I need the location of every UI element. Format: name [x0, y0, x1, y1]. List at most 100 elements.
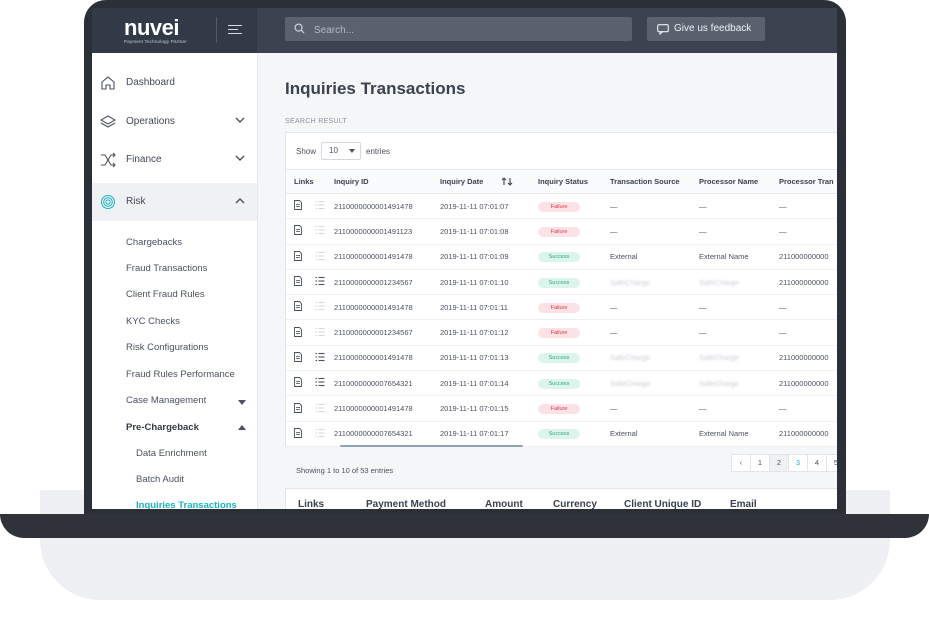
inquiry-id-cell[interactable]: 2110000000001491478 [334, 395, 440, 422]
sidebar-sub-pre-chargeback[interactable]: Pre-Chargeback [126, 422, 199, 433]
document-icon[interactable] [294, 427, 302, 440]
status-badge: Success [538, 277, 580, 288]
processor-tran-cell: 211000000000 [779, 345, 837, 372]
sidebar-sub-batch-audit[interactable]: Batch Audit [136, 474, 184, 485]
col-header-processor-tran[interactable]: Processor Tran [779, 169, 837, 194]
document-icon[interactable] [294, 326, 302, 339]
list-icon[interactable] [315, 276, 325, 288]
col-header-inquiry-id[interactable]: Inquiry ID [334, 169, 440, 194]
sidebar-sub-case-management[interactable]: Case Management [126, 395, 206, 406]
list-icon [315, 403, 325, 415]
table-row[interactable]: 2110000000001234567 2019-11-11 07:01:12 Fa… [286, 319, 837, 346]
sidebar-sub-fraud-transactions[interactable]: Fraud Transactions [126, 263, 207, 274]
col-header-payment-method[interactable]: Payment Method [366, 499, 446, 509]
second-table-header: Links Payment Method Amount Currency Cli… [285, 488, 837, 509]
sidebar-sub-fraud-rules-performance[interactable]: Fraud Rules Performance [126, 369, 235, 380]
document-icon[interactable] [294, 351, 302, 364]
inquiry-id-cell[interactable]: 2110000000001491478 [334, 294, 440, 321]
chevron-up-icon [235, 198, 245, 204]
document-icon[interactable] [294, 377, 302, 389]
inquiry-id-cell[interactable]: 2110000000007654321 [334, 421, 440, 447]
laptop-base [0, 514, 929, 538]
horizontal-scrollbar[interactable] [340, 445, 523, 447]
table-row[interactable]: 2110000000001491478 2019-11-11 07:01:13 Su… [286, 345, 837, 372]
pagination-page-1[interactable]: 1 [751, 454, 770, 472]
sort-icon[interactable] [501, 177, 513, 187]
table-row[interactable]: 2110000000001491123 2019-11-11 07:01:08 Fa… [286, 218, 837, 245]
document-icon[interactable] [294, 276, 302, 288]
caret-down-icon[interactable] [238, 400, 246, 405]
pagination-page-3[interactable]: 3 [789, 454, 808, 472]
links-cell [286, 395, 334, 422]
page-size-select[interactable]: 10 [321, 142, 361, 160]
col-header-inquiry-status[interactable]: Inquiry Status [538, 169, 610, 194]
document-icon[interactable] [294, 225, 302, 237]
sidebar-sub-chargebacks[interactable]: Chargebacks [126, 237, 182, 248]
sidebar-sub-kyc-checks[interactable]: KYC Checks [126, 316, 180, 327]
table-row[interactable]: 2110000000001491478 2019-11-11 07:01:15 Fa… [286, 395, 837, 422]
chevron-down-icon [235, 117, 245, 123]
sidebar-item-dashboard[interactable]: Dashboard [92, 64, 257, 102]
divider [216, 17, 217, 43]
pagination-page-4[interactable]: 4 [808, 454, 827, 472]
feedback-button[interactable]: Give us feedback [647, 17, 765, 41]
document-icon[interactable] [294, 200, 302, 212]
chevron-down-icon [235, 155, 245, 161]
list-icon [315, 200, 325, 212]
links-cell [286, 345, 334, 372]
sidebar-item-operations[interactable]: Operations [92, 103, 257, 141]
inquiry-date-cell: 2019-11-11 07:01:08 [440, 218, 538, 245]
menu-toggle-icon[interactable] [228, 22, 242, 36]
table-row[interactable]: 2110000000007654321 2019-11-11 07:01:17 Su… [286, 421, 837, 447]
pagination-prev[interactable]: ‹ [731, 454, 751, 472]
inquiry-id-cell[interactable]: 2110000000007654321 [334, 370, 440, 397]
inquiry-id-cell[interactable]: 2110000000001491478 [334, 193, 440, 220]
col-header-inquiry-date[interactable]: Inquiry Date [440, 169, 538, 194]
search-box[interactable] [285, 17, 632, 41]
col-header-email[interactable]: Email [730, 499, 757, 509]
list-icon[interactable] [315, 352, 325, 364]
nuvei-logo[interactable]: nuvei [124, 15, 179, 41]
table-row[interactable]: 2110000000001234567 2019-11-11 07:01:10 Su… [286, 269, 837, 296]
col-header-amount[interactable]: Amount [485, 499, 523, 509]
inquiry-id-cell[interactable]: 2110000000001491478 [334, 345, 440, 372]
sidebar-sub-inquiries-transactions[interactable]: Inquiries Transactions [136, 500, 237, 509]
document-icon[interactable] [294, 402, 302, 415]
table-row[interactable]: 2110000000007654321 2019-11-11 07:01:14 Su… [286, 370, 837, 397]
col-header-transaction-source[interactable]: Transaction Source [610, 169, 699, 194]
col-header-client-unique-id[interactable]: Client Unique ID [624, 499, 701, 509]
document-icon[interactable] [294, 301, 302, 313]
inquiry-id-cell[interactable]: 2110000000001234567 [334, 269, 440, 296]
table-row[interactable]: 2110000000001491478 2019-11-11 07:01:11 Fa… [286, 294, 837, 321]
status-badge: Failure [538, 201, 580, 212]
table-row[interactable]: 2110000000001491478 2019-11-11 07:01:09 Su… [286, 244, 837, 270]
list-icon[interactable] [315, 377, 325, 389]
col-header-currency[interactable]: Currency [553, 499, 597, 509]
sidebar-sub-client-fraud-rules[interactable]: Client Fraud Rules [126, 289, 205, 300]
col-header-links: Links [286, 169, 334, 194]
inquiry-status-cell: Failure [538, 193, 610, 220]
transaction-source-cell: — [610, 218, 699, 245]
links-cell [286, 370, 334, 397]
sidebar-item-risk[interactable]: Risk [92, 183, 257, 221]
links-cell [286, 244, 334, 270]
inquiry-id-cell[interactable]: 2110000000001491123 [334, 218, 440, 245]
sidebar-sub-data-enrichment[interactable]: Data Enrichment [136, 448, 207, 459]
inquiry-id-cell[interactable]: 2110000000001234567 [334, 319, 440, 346]
chat-icon [657, 24, 669, 35]
search-input[interactable] [312, 20, 616, 40]
sidebar-sub-risk-configurations[interactable]: Risk Configurations [126, 342, 208, 353]
pagination-page-2[interactable]: 2 [770, 454, 789, 472]
fingerprint-icon [101, 195, 115, 209]
inquiry-id-cell[interactable]: 2110000000001491478 [334, 244, 440, 270]
sidebar-item-finance[interactable]: Finance [92, 141, 257, 179]
inquiry-date-cell: 2019-11-11 07:01:10 [440, 269, 538, 296]
pagination-page-5[interactable]: 5 [827, 454, 837, 472]
document-icon[interactable] [294, 250, 302, 263]
inquiry-status-cell: Failure [538, 395, 610, 422]
caret-up-icon[interactable] [238, 425, 246, 430]
col-header-processor-name[interactable]: Processor Name [699, 169, 779, 194]
table-row[interactable]: 2110000000001491478 2019-11-11 07:01:07 Fa… [286, 193, 837, 220]
inquiry-date-cell: 2019-11-11 07:01:09 [440, 244, 538, 270]
pagination: ‹ 1 2 3 4 5 [731, 454, 837, 472]
